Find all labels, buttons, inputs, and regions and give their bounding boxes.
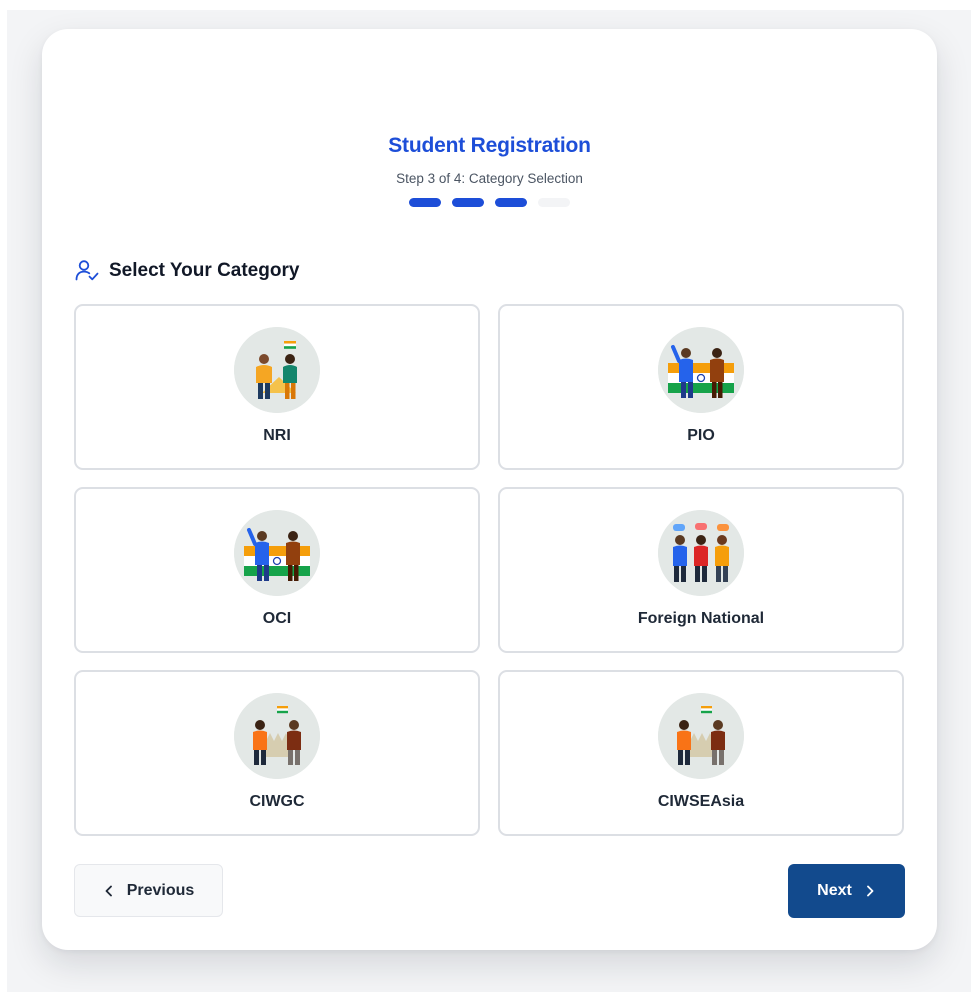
category-label-nri: NRI — [263, 427, 291, 444]
step-progress-indicator — [42, 198, 937, 207]
category-label-ciwgc: CIWGC — [249, 793, 305, 810]
next-button-label: Next — [817, 882, 852, 899]
page-title: Student Registration — [388, 134, 591, 157]
foreign-national-illustration — [658, 510, 744, 596]
category-option-nri[interactable]: NRI — [74, 304, 480, 470]
registration-header: Student Registration Step 3 of 4: Catego… — [42, 133, 937, 207]
oci-illustration — [234, 510, 320, 596]
previous-button-label: Previous — [126, 881, 195, 899]
ciwseasia-illustration — [658, 693, 744, 779]
progress-segment-4 — [538, 198, 570, 207]
category-options-grid: NRI PIO OCI Foreign National CIWGC CIWSE… — [74, 304, 905, 836]
pio-illustration — [658, 327, 744, 413]
category-option-ciwgc[interactable]: CIWGC — [74, 670, 480, 836]
category-label-pio: PIO — [687, 427, 715, 444]
progress-segment-2 — [452, 198, 484, 207]
ciwgc-illustration — [234, 693, 320, 779]
nri-illustration — [234, 327, 320, 413]
category-label-foreign-national: Foreign National — [637, 610, 765, 627]
section-heading: Select Your Category — [74, 258, 299, 284]
section-title: Select Your Category — [109, 260, 300, 281]
page-background: Student Registration Step 3 of 4: Catego… — [7, 10, 971, 992]
category-option-oci[interactable]: OCI — [74, 487, 480, 653]
category-label-ciwseasia: CIWSEAsia — [657, 793, 745, 810]
step-subtitle: Step 3 of 4: Category Selection — [396, 171, 583, 186]
progress-segment-3 — [495, 198, 527, 207]
previous-button[interactable]: Previous — [74, 864, 223, 917]
category-option-pio[interactable]: PIO — [498, 304, 904, 470]
next-button[interactable]: Next — [788, 864, 905, 918]
chevron-left-icon — [103, 884, 115, 898]
category-label-oci: OCI — [262, 610, 292, 627]
category-option-ciwseasia[interactable]: CIWSEAsia — [498, 670, 904, 836]
user-check-icon — [74, 258, 100, 284]
progress-segment-1 — [409, 198, 441, 207]
chevron-right-icon — [864, 884, 876, 898]
category-option-foreign-national[interactable]: Foreign National — [498, 487, 904, 653]
registration-card: Student Registration Step 3 of 4: Catego… — [42, 29, 937, 950]
